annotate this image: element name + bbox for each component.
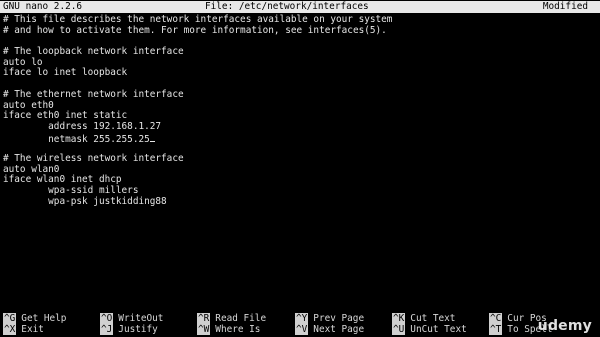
shortcut-label: Exit xyxy=(21,324,44,335)
shortcut-get-help[interactable]: ^G Get Help xyxy=(3,313,66,324)
editor-line[interactable]: address 192.168.1.27 xyxy=(3,121,593,133)
shortcut-label: Next Page xyxy=(313,324,365,335)
editor-line[interactable]: # The wireless network interface xyxy=(3,153,593,165)
editor-line[interactable]: # The ethernet network interface xyxy=(3,89,593,101)
shortcut-uncut-text[interactable]: ^U UnCut Text xyxy=(392,324,467,335)
shortcut-key: ^V xyxy=(295,324,309,335)
shortcut-key: ^U xyxy=(392,324,406,335)
shortcut-key: ^J xyxy=(100,324,114,335)
shortcut-key: ^X xyxy=(3,324,17,335)
shortcut-where-is[interactable]: ^W Where Is xyxy=(197,324,260,335)
shortcut-label: WriteOut xyxy=(118,313,164,324)
editor-line-with-cursor[interactable]: netmask 255.255.25 xyxy=(3,133,593,144)
shortcut-label: Read File xyxy=(215,313,267,324)
shortcut-key: ^W xyxy=(197,324,211,335)
nano-version: GNU nano 2.2.6 xyxy=(3,1,83,12)
shortcut-writeout[interactable]: ^O WriteOut xyxy=(100,313,163,324)
shortcut-label: Where Is xyxy=(215,324,261,335)
shortcut-key: ^C xyxy=(489,313,503,324)
shortcut-exit[interactable]: ^X Exit xyxy=(3,324,44,335)
shortcut-cut-text[interactable]: ^K Cut Text xyxy=(392,313,455,324)
file-path: File: /etc/network/interfaces xyxy=(205,1,369,12)
shortcut-key: ^G xyxy=(3,313,17,324)
shortcut-next-page[interactable]: ^V Next Page xyxy=(295,324,364,335)
editor-line-text[interactable]: netmask 255.255.25 xyxy=(3,134,150,145)
editor-line[interactable]: # The loopback network interface xyxy=(3,46,593,58)
editor-line[interactable]: iface lo inet loopback xyxy=(3,68,593,79)
editor-line[interactable]: wpa-psk justkidding88 xyxy=(3,196,593,208)
udemy-watermark-logo: udemy xyxy=(537,318,592,334)
text-cursor xyxy=(149,133,155,142)
shortcut-label: Get Help xyxy=(21,313,67,324)
shortcut-key: ^T xyxy=(489,324,503,335)
shortcut-row-1: ^G Get Help ^O WriteOut ^R Read File ^Y Prev… xyxy=(3,313,600,324)
shortcut-bar: ^G Get Help ^O WriteOut ^R Read File ^Y Prev… xyxy=(3,313,600,335)
modified-status: Modified xyxy=(542,1,588,12)
shortcut-key: ^O xyxy=(100,313,114,324)
shortcut-row-2: ^X Exit ^J Justify ^W Where Is ^V Next Page … xyxy=(3,324,600,335)
shortcut-prev-page[interactable]: ^Y Prev Page xyxy=(295,313,364,324)
shortcut-label: Cut Text xyxy=(410,313,456,324)
shortcut-key: ^R xyxy=(197,313,211,324)
editor-line[interactable]: # and how to activate them. For more inf… xyxy=(3,25,593,37)
shortcut-label: Justify xyxy=(118,324,158,335)
shortcut-label: UnCut Text xyxy=(410,324,467,335)
shortcut-label: Prev Page xyxy=(313,313,365,324)
nano-title-bar: GNU nano 2.2.6 File: /etc/network/interf… xyxy=(0,1,600,13)
shortcut-key: ^Y xyxy=(295,313,309,324)
shortcut-read-file[interactable]: ^R Read File xyxy=(197,313,266,324)
shortcut-key: ^K xyxy=(392,313,406,324)
editor-text-area[interactable]: # This file describes the network interf… xyxy=(3,14,593,208)
shortcut-justify[interactable]: ^J Justify xyxy=(100,324,158,335)
